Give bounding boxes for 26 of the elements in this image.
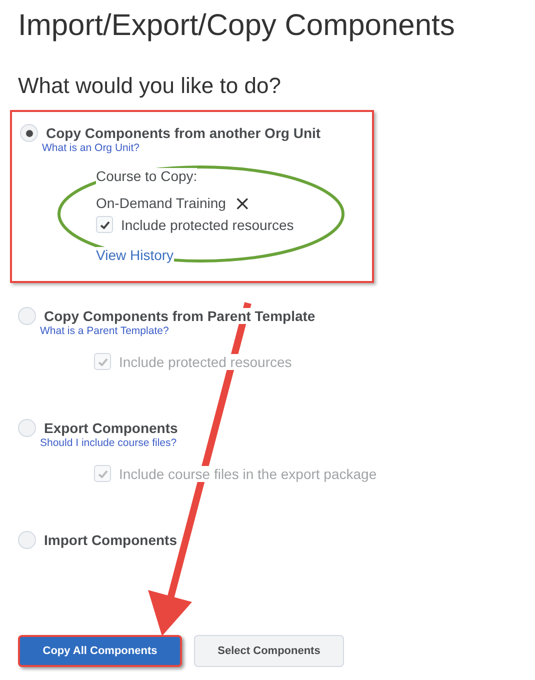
course-name: On-Demand Training (96, 195, 226, 211)
check-icon (98, 218, 110, 230)
option-label: Export Components (44, 420, 178, 436)
check-icon (96, 468, 108, 480)
radio-button[interactable] (18, 419, 36, 437)
radio-button[interactable] (18, 307, 36, 325)
option-label: Import Components (44, 532, 177, 548)
option-label: Copy Components from another Org Unit (46, 125, 321, 141)
checkbox-label: Include course files in the export package (119, 466, 377, 482)
help-link[interactable]: Should I include course files? (40, 437, 177, 449)
checkbox-label: Include protected resources (121, 216, 294, 232)
option-label: Copy Components from Parent Template (44, 308, 316, 324)
view-history-link[interactable]: View History (96, 247, 174, 263)
help-link[interactable]: What is a Parent Template? (40, 325, 169, 337)
check-icon (96, 356, 108, 368)
radio-button[interactable] (18, 531, 36, 549)
remove-button[interactable]: × (234, 194, 251, 212)
checkbox-label: Include protected resources (119, 354, 292, 370)
page-title: Import/Export/Copy Components (18, 8, 456, 44)
course-label: Course to Copy: (96, 168, 198, 184)
select-button[interactable]: Select Components (194, 635, 344, 667)
help-link[interactable]: What is an Org Unit? (42, 142, 140, 154)
checkbox[interactable] (96, 216, 113, 233)
radio-button[interactable] (20, 124, 38, 142)
section-heading: What would you like to do? (18, 72, 282, 100)
copy-all-button[interactable]: Copy All Components (18, 635, 182, 667)
